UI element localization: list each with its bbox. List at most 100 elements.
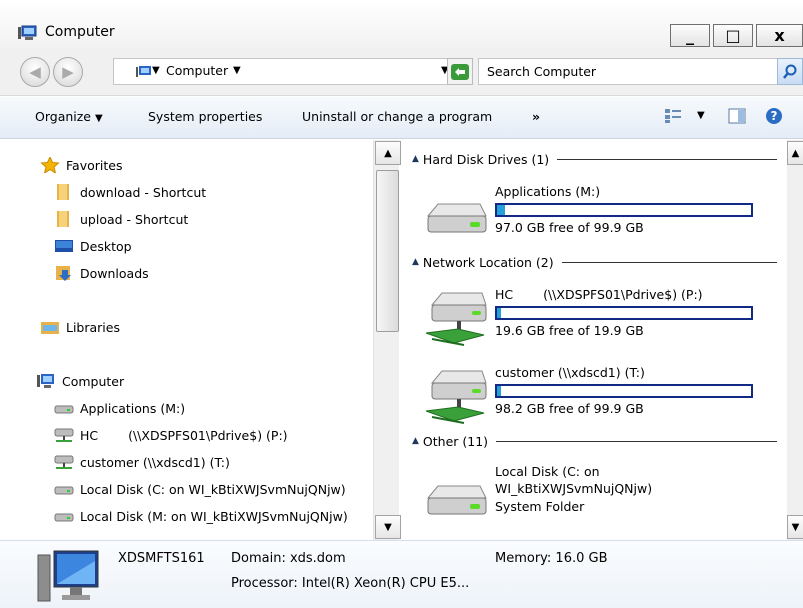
forward-arrow-icon: ▶ xyxy=(62,63,74,81)
details-pane: XDSMFTS161 Domain: xds.dom Memory: 16.0 … xyxy=(0,540,803,608)
search-input[interactable]: Search Computer xyxy=(478,58,778,85)
drive-free-space: 98.2 GB free of 99.9 GB xyxy=(495,401,644,416)
usage-fill xyxy=(497,308,501,318)
computer-icon xyxy=(37,550,99,602)
nav-drive-applications[interactable]: Applications (M:) xyxy=(54,396,399,420)
address-bar[interactable]: ▼ Computer ▼ ▼ xyxy=(113,58,470,85)
minimize-button[interactable]: _ xyxy=(670,24,710,47)
chevron-down-icon[interactable]: ▼ xyxy=(152,65,160,76)
scroll-down-button[interactable]: ▼ xyxy=(375,515,401,539)
close-glyph: x xyxy=(774,26,785,45)
nav-download-shortcut[interactable]: download - Shortcut xyxy=(54,180,399,204)
drive-name: HC (\\XDSPFS01\Pdrive$) (P:) xyxy=(495,287,703,302)
nav-upload-label: upload - Shortcut xyxy=(80,211,189,227)
memory-text: Memory: 16.0 GB xyxy=(495,551,608,566)
nav-drive-localc[interactable]: Local Disk (C: on WI_kBtiXWJSvmNujQNjw) xyxy=(54,477,399,501)
group-label: Hard Disk Drives (1) xyxy=(422,151,550,167)
network-drive-icon xyxy=(54,428,74,442)
view-dropdown-icon[interactable]: ▼ xyxy=(697,110,705,121)
nav-upload-shortcut[interactable]: upload - Shortcut xyxy=(54,207,399,231)
desktop-icon xyxy=(55,240,73,252)
title-bar[interactable]: Computer _ □ x xyxy=(0,0,803,48)
search-button[interactable] xyxy=(777,58,803,85)
preview-pane-icon[interactable] xyxy=(728,108,746,124)
network-drive-icon xyxy=(54,455,74,469)
drive-tile-localc[interactable]: Local Disk (C: on WI_kBtiXWJSvmNujQNjw) … xyxy=(402,462,782,526)
content-scrollbar[interactable]: ▲ ▼ xyxy=(787,140,803,540)
drive-usage-bar xyxy=(495,384,753,398)
collapse-icon: ▲ xyxy=(412,436,419,446)
drive-tile-applications[interactable]: Applications (M:) 97.0 GB free of 99.9 G… xyxy=(402,180,782,240)
forward-button[interactable]: ▶ xyxy=(53,57,83,87)
help-icon[interactable]: ? xyxy=(765,107,783,125)
more-commands-button[interactable]: » xyxy=(532,109,540,124)
hard-drive-icon xyxy=(54,513,74,522)
drive-free-space: 19.6 GB free of 19.9 GB xyxy=(495,323,644,338)
maximize-glyph: □ xyxy=(725,26,741,45)
group-label: Other (11) xyxy=(422,433,489,449)
network-drive-icon xyxy=(425,292,487,346)
back-arrow-icon: ◀ xyxy=(29,63,41,81)
nav-scrollbar[interactable]: ▲ ▼ xyxy=(373,140,401,540)
organize-menu[interactable]: Organize ▼ xyxy=(35,109,103,124)
downloads-folder-icon xyxy=(56,266,71,281)
nav-drive-pdrive[interactable]: HC (\\XDSPFS01\Pdrive$) (P:) xyxy=(54,423,399,447)
scroll-down-button[interactable]: ▼ xyxy=(787,515,803,539)
nav-drive-localm[interactable]: Local Disk (M: on WI_kBtiXWJSvmNujQNjw) xyxy=(54,504,399,528)
drive-usage-bar xyxy=(495,203,753,217)
system-properties-button[interactable]: System properties xyxy=(148,109,262,124)
nav-downloads-label: Downloads xyxy=(80,265,149,281)
refresh-button[interactable] xyxy=(447,58,473,85)
nav-computer[interactable]: Computer xyxy=(36,369,399,393)
back-button[interactable]: ◀ xyxy=(20,57,50,87)
domain-text: Domain: xds.dom xyxy=(231,551,346,566)
nav-favorites[interactable]: Favorites xyxy=(40,153,399,177)
address-location[interactable]: Computer xyxy=(166,63,228,78)
group-divider xyxy=(557,158,777,160)
navigation-pane: Favorites download - Shortcut upload - S… xyxy=(16,140,399,540)
chevron-down-icon[interactable]: ▼ xyxy=(233,65,241,76)
nav-downloads[interactable]: Downloads xyxy=(54,261,399,285)
group-divider xyxy=(561,261,777,263)
drive-name: Local Disk (C: on xyxy=(495,464,600,479)
window-title: Computer xyxy=(45,24,115,40)
hard-drive-icon xyxy=(426,203,487,233)
star-icon xyxy=(40,157,60,173)
nav-drive-label: customer (\\xdscd1) (T:) xyxy=(80,454,230,470)
group-divider xyxy=(496,440,777,442)
refresh-icon xyxy=(451,63,469,80)
close-button[interactable]: x xyxy=(756,24,803,47)
drive-name: Applications (M:) xyxy=(495,184,601,199)
scroll-thumb[interactable] xyxy=(376,170,399,332)
folder-shortcut-icon xyxy=(57,211,69,227)
organize-label: Organize xyxy=(35,109,91,124)
drive-tile-customer[interactable]: customer (\\xdscd1) (T:) 98.2 GB free of… xyxy=(402,361,782,425)
group-header-network[interactable]: ▲ Network Location (2) xyxy=(412,253,777,271)
drive-subtitle: System Folder xyxy=(495,499,585,514)
command-bar: Organize ▼ System properties Uninstall o… xyxy=(0,97,803,139)
content-pane: ▲ Hard Disk Drives (1) Applications (M:)… xyxy=(402,140,787,540)
group-header-hdd[interactable]: ▲ Hard Disk Drives (1) xyxy=(412,150,777,168)
scroll-up-button[interactable]: ▲ xyxy=(787,141,803,165)
nav-drive-label: Applications (M:) xyxy=(80,400,186,416)
processor-text: Processor: Intel(R) Xeon(R) CPU E5... xyxy=(231,576,470,591)
uninstall-program-button[interactable]: Uninstall or change a program xyxy=(302,109,492,124)
libraries-icon xyxy=(41,322,59,334)
scroll-up-button[interactable]: ▲ xyxy=(375,141,401,165)
search-icon xyxy=(783,64,797,79)
network-drive-icon xyxy=(425,370,487,424)
change-view-icon[interactable] xyxy=(665,108,681,124)
group-header-other[interactable]: ▲ Other (11) xyxy=(412,432,777,450)
chevron-down-icon: ▼ xyxy=(94,113,103,124)
nav-desktop[interactable]: Desktop xyxy=(54,234,399,258)
nav-libraries-label: Libraries xyxy=(66,319,120,335)
drive-name-line2: WI_kBtiXWJSvmNujQNjw) xyxy=(495,481,653,496)
nav-libraries[interactable]: Libraries xyxy=(40,315,399,339)
nav-computer-label: Computer xyxy=(62,373,125,389)
maximize-button[interactable]: □ xyxy=(713,24,753,47)
folder-shortcut-icon xyxy=(57,184,69,200)
nav-desktop-label: Desktop xyxy=(80,238,132,254)
hard-drive-icon xyxy=(54,486,74,495)
nav-drive-customer[interactable]: customer (\\xdscd1) (T:) xyxy=(54,450,399,474)
drive-tile-pdrive[interactable]: HC (\\XDSPFS01\Pdrive$) (P:) 19.6 GB fre… xyxy=(402,283,782,347)
